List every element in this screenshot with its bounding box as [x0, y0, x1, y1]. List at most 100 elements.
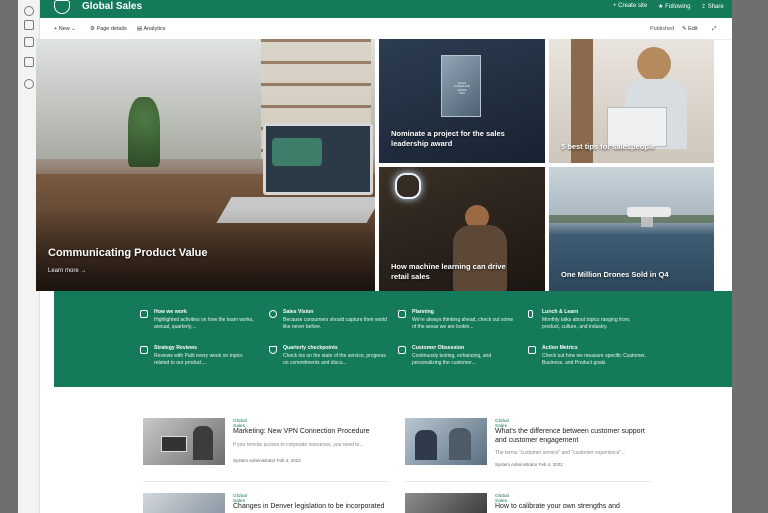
quick-link-desc: Highlighted activities on how the team w… — [154, 317, 254, 330]
publish-status: Published — [650, 26, 675, 32]
list-icon[interactable] — [24, 57, 34, 67]
add-circle-icon[interactable] — [24, 79, 34, 89]
news-thumbnail — [143, 418, 225, 465]
news-date: Feb 4, 2022 — [538, 462, 563, 467]
people-icon — [398, 346, 406, 354]
quick-link-desc: Continuosly testing, enhancing, and pers… — [412, 353, 492, 366]
divider — [143, 481, 389, 482]
news-excerpt: If you remote access to corporate resour… — [233, 442, 364, 448]
hero-tile-award[interactable]: SALES LEADERSHIP AWARD 2024 Nominate a p… — [379, 39, 545, 163]
sites-icon[interactable] — [24, 20, 34, 30]
create-site-button[interactable]: + Create site — [613, 3, 647, 9]
star-icon: ★ — [658, 4, 664, 10]
flask-icon — [269, 346, 277, 354]
news-title[interactable]: Changes in Denver legislation to be inco… — [233, 502, 393, 511]
hero-main-tile[interactable]: Communicating Product Value Learn more → — [36, 39, 375, 291]
arrow-right-icon: → — [80, 268, 87, 274]
quick-link-title: Lunch & Learn — [542, 309, 579, 315]
neon-sign-image — [395, 173, 421, 199]
share-icon: ⇪ — [701, 4, 707, 10]
news-title[interactable]: Marketing: New VPN Connection Procedure — [233, 427, 393, 436]
hero-main-title[interactable]: Communicating Product Value — [48, 247, 208, 259]
chevron-down-icon: ⌄ — [71, 26, 76, 32]
quick-link-title: Planning — [412, 309, 434, 315]
following-label: Following — [665, 4, 691, 10]
news-excerpt: The terms "customer service" and "custom… — [495, 450, 626, 456]
hero-tile-title[interactable]: One Million Drones Sold in Q4 — [561, 270, 669, 279]
site-title[interactable]: Global Sales — [82, 1, 142, 12]
learn-more-label: Learn more — [48, 268, 79, 274]
divider — [405, 481, 651, 482]
hero-tile-machine-learning[interactable]: How machine learning can drive retail sa… — [379, 167, 545, 291]
news-meta: System Administrator Feb 4, 2022 — [495, 462, 563, 467]
news-date: Feb 4, 2022 — [276, 458, 301, 463]
new-button[interactable]: + New ⌄ — [54, 26, 76, 32]
quick-link-title: How we work — [154, 309, 187, 315]
quick-link-desc: We're always thinking ahead, check out s… — [412, 317, 514, 330]
quick-links-section: How we work Highlighted activities on ho… — [54, 291, 732, 387]
news-author: System Administrator — [495, 462, 538, 467]
person-image — [449, 428, 471, 460]
award-text-line: 2024 — [459, 92, 465, 96]
news-thumbnail — [405, 493, 487, 513]
quick-link-title: Customer Obsession — [412, 345, 465, 351]
analytics-button[interactable]: ▤ Analytics — [137, 26, 165, 32]
hero-tile-tips[interactable]: 5 best tips for salespeople — [549, 39, 714, 163]
create-site-label: Create site — [618, 3, 648, 9]
fork-knife-icon — [528, 310, 533, 318]
award-engraving: SALES LEADERSHIP AWARD 2024 — [442, 82, 482, 96]
quick-link-desc: Monthly talks about topics ranging from,… — [542, 317, 631, 330]
command-bar: + New ⌄ ⚙ Page details ▤ Analytics Publi… — [40, 18, 732, 40]
hero-tile-title[interactable]: How machine learning can drive retail sa… — [391, 262, 521, 282]
news-author: System Administrator — [233, 458, 276, 463]
news-title[interactable]: How to calibrate your own strengths and — [495, 502, 655, 511]
screen-content — [272, 138, 322, 166]
share-label: Share — [707, 4, 724, 10]
quick-link-desc: Reviews with Patti every week on topics … — [154, 353, 243, 366]
laptop-image — [161, 436, 187, 452]
analytics-label: Analytics — [143, 26, 166, 32]
following-button[interactable]: ★ Following — [658, 3, 690, 10]
gear-icon: ⚙ — [90, 26, 95, 32]
drone-image — [627, 207, 671, 217]
quick-link-title: Quarterly checkpoints — [283, 345, 338, 351]
browser-window: Global Sales + Create site ★ Following ⇪… — [18, 0, 732, 513]
site-logo-icon[interactable] — [54, 0, 70, 14]
laptop-image — [607, 107, 667, 147]
laptop-screen-image — [263, 123, 373, 195]
news-meta: System Administrator Feb 4, 2022 — [233, 458, 301, 463]
edit-button[interactable]: ✎ Edit — [682, 26, 698, 32]
learn-more-link[interactable]: Learn more → — [48, 268, 86, 274]
page-details-label: Page details — [96, 26, 127, 32]
person-image — [415, 430, 437, 460]
quick-link-title: Strategy Reviews — [154, 345, 197, 351]
hero-tile-title[interactable]: Nominate a project for the sales leaders… — [391, 129, 536, 149]
quick-link-title: Action Metrics — [542, 345, 578, 351]
news-title[interactable]: What's the difference between customer s… — [495, 427, 653, 445]
news-section: Global Sales Marketing: New VPN Connecti… — [54, 387, 732, 513]
expand-icon[interactable]: ⤢ — [712, 26, 716, 33]
person-head-image — [637, 47, 671, 81]
quick-link-desc: Check out how we measure specific Custom… — [542, 353, 646, 366]
quick-link-title: Sales Vision — [283, 309, 314, 315]
news-thumbnail — [405, 418, 487, 465]
glasses-icon — [269, 310, 277, 318]
drone-camera-image — [641, 217, 653, 227]
people-icon — [140, 310, 148, 318]
edit-label: Edit — [688, 26, 698, 32]
hero-tile-drones[interactable]: One Million Drones Sold in Q4 — [549, 167, 714, 291]
new-label: New — [58, 26, 70, 32]
quick-link-desc: Because consumers should capture their w… — [283, 317, 387, 330]
edit-icon — [140, 346, 148, 354]
hero-tile-title[interactable]: 5 best tips for salespeople — [561, 142, 655, 151]
analytics-icon: ▤ — [137, 26, 143, 32]
sharepoint-page: Global Sales + Create site ★ Following ⇪… — [36, 0, 732, 513]
person-image — [193, 426, 213, 460]
page-details-button[interactable]: ⚙ Page details — [90, 26, 127, 32]
chart-icon — [528, 346, 536, 354]
share-button[interactable]: ⇪ Share — [701, 3, 724, 10]
hero-section: Communicating Product Value Learn more →… — [36, 39, 714, 291]
award-trophy-image: SALES LEADERSHIP AWARD 2024 — [441, 55, 481, 117]
home-icon[interactable] — [24, 6, 34, 16]
document-icon[interactable] — [24, 37, 34, 47]
